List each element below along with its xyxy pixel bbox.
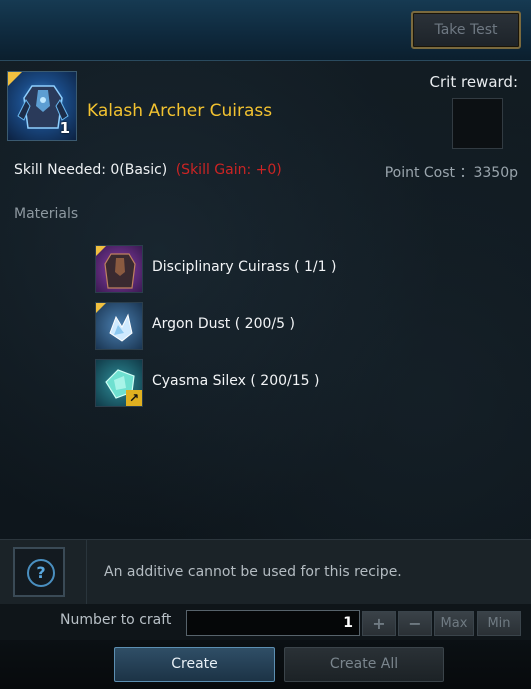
material-icon[interactable]: ↗ (95, 359, 143, 407)
point-cost: Point Cost ：3350p (384, 165, 518, 181)
skill-gain-text: (Skill Gain: +0) (175, 162, 282, 178)
number-to-craft-label: Number to craft (60, 612, 172, 628)
material-name: Argon Dust ( 200/5 ) (152, 316, 295, 332)
divider (86, 540, 87, 604)
rarity-corner (96, 246, 106, 256)
item-name: Kalash Archer Cuirass (87, 101, 273, 121)
item-icon[interactable]: 1 (7, 71, 77, 141)
max-button[interactable]: Max (434, 611, 474, 636)
min-button[interactable]: Min (477, 611, 521, 636)
crit-reward-slot[interactable] (452, 98, 503, 149)
action-bar: Create Create All (0, 640, 531, 689)
quantity-input[interactable] (186, 610, 360, 636)
crit-reward-label: Crit reward: (429, 73, 518, 91)
material-name: Disciplinary Cuirass ( 1/1 ) (152, 259, 337, 275)
craft-quantity-row: Number to craft + − Max Min (0, 604, 531, 640)
help-button[interactable]: ? (13, 547, 65, 597)
rarity-corner (96, 303, 106, 313)
notice-text: An additive cannot be used for this reci… (104, 564, 402, 580)
rarity-corner (8, 72, 22, 86)
increase-button[interactable]: + (362, 611, 396, 636)
create-all-button[interactable]: Create All (284, 647, 444, 682)
material-icon[interactable] (95, 245, 143, 293)
create-button[interactable]: Create (114, 647, 275, 682)
material-name: Cyasma Silex ( 200/15 ) (152, 373, 320, 389)
additive-notice: ? An additive cannot be used for this re… (0, 539, 531, 605)
material-icon[interactable] (95, 302, 143, 350)
link-arrow-icon: ↗ (126, 390, 142, 406)
item-count: 1 (59, 119, 70, 137)
skill-needed-text: Skill Needed: 0(Basic) (14, 162, 168, 178)
skill-needed: Skill Needed: 0(Basic) (Skill Gain: +0) (14, 162, 282, 178)
materials-label: Materials (14, 206, 79, 222)
decrease-button[interactable]: − (398, 611, 432, 636)
top-bar: Take Test (0, 0, 531, 61)
take-test-button[interactable]: Take Test (411, 11, 521, 49)
question-icon: ? (27, 559, 55, 587)
